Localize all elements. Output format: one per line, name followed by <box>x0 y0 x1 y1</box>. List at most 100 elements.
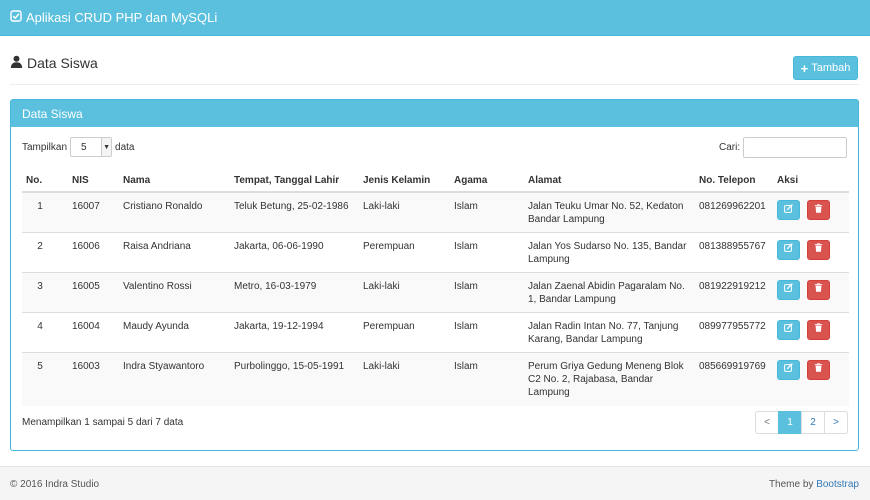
cell-alamat: Jalan Radin Intan No. 77, Tanjung Karang… <box>524 311 695 352</box>
cell-nama: Maudy Ayunda <box>119 311 230 352</box>
cell-telp: 089977955772 <box>695 311 773 352</box>
pagination-next[interactable]: > <box>824 411 848 434</box>
delete-button[interactable] <box>807 319 830 340</box>
delete-button[interactable] <box>807 359 830 380</box>
search-input[interactable] <box>743 137 848 158</box>
pagination-prev[interactable]: < <box>755 411 779 434</box>
edit-icon <box>784 363 793 376</box>
table-row: 3 16005 Valentino Rossi Metro, 16-03-1979 La… <box>22 271 849 312</box>
page-length-select[interactable]: 5 ▼ <box>70 137 113 157</box>
edit-icon <box>784 283 793 296</box>
navbar-brand[interactable]: Aplikasi CRUD PHP dan MySQLi <box>10 10 217 25</box>
header-ttl[interactable]: Tempat, Tanggal Lahir <box>230 170 359 193</box>
table-row: 2 16006 Raisa Andriana Jakarta, 06-06-1990 P… <box>22 231 849 272</box>
cell-alamat: Jalan Yos Sudarso No. 135, Bandar Lampun… <box>524 231 695 272</box>
page-length-control: Tampilkan 5 ▼ data <box>22 137 135 157</box>
cell-jk: Laki-laki <box>359 271 450 312</box>
cell-aksi <box>773 271 849 312</box>
trash-icon <box>814 203 823 217</box>
page-length-value: 5 <box>81 141 87 153</box>
page-title-text: Data Siswa <box>27 55 98 71</box>
trash-icon <box>814 323 823 336</box>
add-button[interactable]: + Tambah <box>793 56 858 80</box>
header-agama[interactable]: Agama <box>450 170 524 193</box>
cell-no: 2 <box>22 231 68 272</box>
cell-no: 1 <box>22 191 68 232</box>
edit-button[interactable] <box>777 239 800 260</box>
pagination-page-1[interactable]: 1 <box>778 411 802 434</box>
cell-ttl: Metro, 16-03-1979 <box>230 271 359 312</box>
row-actions <box>777 200 845 220</box>
footer-copyright: © 2016 Indra Studio <box>10 479 100 490</box>
cell-nis: 16004 <box>68 311 119 352</box>
footer: © 2016 Indra Studio Theme by Bootstrap <box>0 466 870 500</box>
cell-no: 4 <box>22 311 68 352</box>
cell-nama: Indra Styawantoro <box>119 351 230 406</box>
header-nis[interactable]: NIS <box>68 170 119 193</box>
cell-alamat: Perum Griya Gedung Meneng Blok C2 No. 2,… <box>524 351 695 406</box>
delete-button[interactable] <box>807 200 830 220</box>
header-telp[interactable]: No. Telepon <box>695 170 773 193</box>
header-aksi: Aksi <box>773 170 849 193</box>
cell-nama: Raisa Andriana <box>119 231 230 272</box>
pagination-page-2[interactable]: 2 <box>801 411 825 434</box>
cell-ttl: Jakarta, 06-06-1990 <box>230 231 359 272</box>
cell-alamat: Jalan Teuku Umar No. 52, Kedaton Bandar … <box>524 191 695 232</box>
row-actions <box>777 239 845 260</box>
row-actions <box>777 359 845 380</box>
search-label: Cari: <box>719 142 741 153</box>
delete-button[interactable] <box>807 239 830 260</box>
trash-icon <box>814 283 823 296</box>
cell-jk: Perempuan <box>359 231 450 272</box>
header-nama[interactable]: Nama <box>119 170 230 193</box>
edit-button[interactable] <box>777 319 800 340</box>
brand-text: Aplikasi CRUD PHP dan MySQLi <box>26 10 218 25</box>
cell-agama: Islam <box>450 271 524 312</box>
data-panel: Data Siswa Tampilkan 5 ▼ data Cari: No. … <box>10 99 859 451</box>
cell-nis: 16007 <box>68 191 119 232</box>
table-header-row: No. NIS Nama Tempat, Tanggal Lahir Jenis… <box>22 170 849 193</box>
table-row: 4 16004 Maudy Ayunda Jakarta, 19-12-1994 Per… <box>22 311 849 352</box>
footer-theme: Theme by Bootstrap <box>769 479 859 490</box>
table-row: 1 16007 Cristiano Ronaldo Teluk Betung, 25-… <box>22 191 849 232</box>
title-divider <box>10 84 859 85</box>
cell-no: 3 <box>22 271 68 312</box>
cell-nis: 16005 <box>68 271 119 312</box>
header-no[interactable]: No. <box>22 170 68 193</box>
show-suffix: data <box>115 141 135 153</box>
cell-nis: 16006 <box>68 231 119 272</box>
cell-aksi <box>773 231 849 272</box>
cell-ttl: Purbolinggo, 15-05-1991 <box>230 351 359 406</box>
header-jk[interactable]: Jenis Kelamin <box>359 170 450 193</box>
cell-aksi <box>773 351 849 406</box>
edit-button[interactable] <box>777 200 800 220</box>
table-summary: Menampilkan 1 sampai 5 dari 7 data <box>22 417 184 428</box>
chevron-down-icon: ▼ <box>101 138 112 156</box>
cell-agama: Islam <box>450 351 524 406</box>
table-row: 5 16003 Indra Styawantoro Purbolinggo, 15-0… <box>22 351 849 406</box>
plus-icon: + <box>800 60 809 76</box>
row-actions <box>777 319 845 340</box>
edit-button[interactable] <box>777 359 800 380</box>
edit-button[interactable] <box>777 279 800 300</box>
cell-agama: Islam <box>450 311 524 352</box>
bootstrap-link[interactable]: Bootstrap <box>816 479 859 490</box>
trash-icon <box>814 363 823 376</box>
cell-jk: Laki-laki <box>359 191 450 232</box>
pagination: < 1 2 > <box>755 411 848 434</box>
cell-jk: Perempuan <box>359 311 450 352</box>
theme-prefix: Theme by <box>768 479 814 490</box>
delete-button[interactable] <box>807 279 830 300</box>
navbar: Aplikasi CRUD PHP dan MySQLi <box>0 0 870 36</box>
trash-icon <box>814 243 823 256</box>
row-actions <box>777 279 845 300</box>
header-alamat[interactable]: Alamat <box>524 170 695 193</box>
cell-jk: Laki-laki <box>359 351 450 406</box>
search-control: Cari: <box>719 137 848 158</box>
show-label: Tampilkan <box>22 141 68 153</box>
cell-nis: 16003 <box>68 351 119 406</box>
edit-icon <box>784 203 793 217</box>
cell-nama: Cristiano Ronaldo <box>119 191 230 232</box>
cell-no: 5 <box>22 351 68 406</box>
cell-telp: 081388955767 <box>695 231 773 272</box>
